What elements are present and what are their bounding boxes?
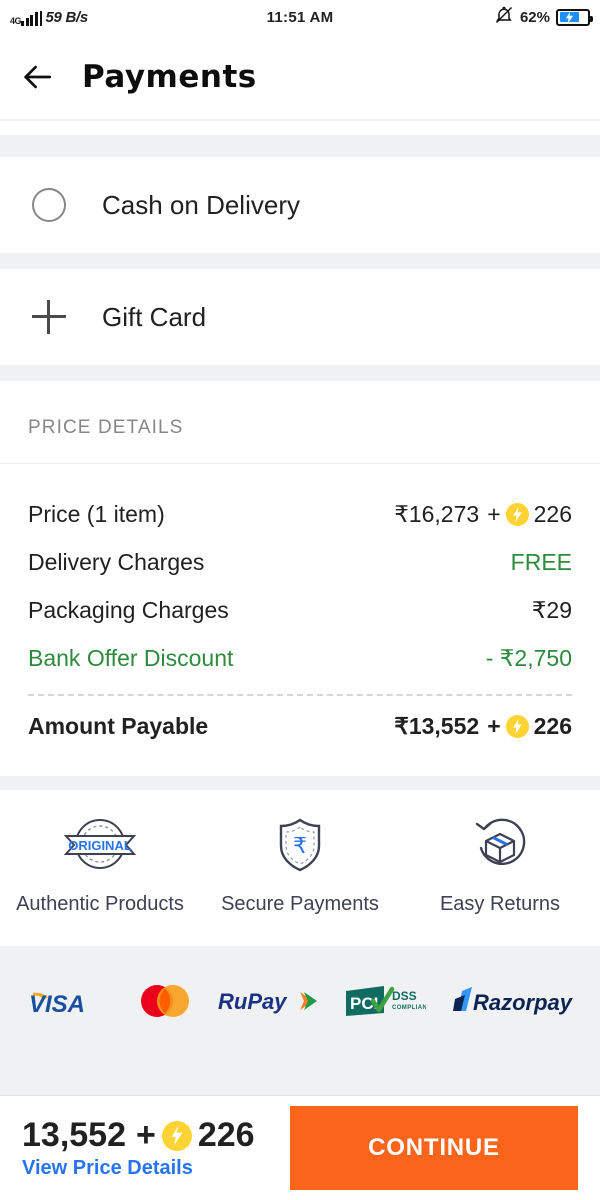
signal-bars-icon <box>21 11 38 26</box>
section-gap <box>0 365 600 381</box>
price-row-label: Price (1 item) <box>28 500 165 527</box>
price-details-list: Price (1 item) ₹16,273 + 226 Delivery Ch… <box>0 464 600 776</box>
radio-unselected-icon[interactable] <box>32 188 66 222</box>
status-bar-right: 62% <box>494 5 593 30</box>
cash-on-delivery-section: Cash on Delivery <box>0 157 600 253</box>
back-arrow-icon[interactable] <box>20 60 54 94</box>
plus-icon[interactable] <box>32 300 66 334</box>
price-row-amount-payable: Amount Payable ₹13,552 + 226 <box>28 702 572 750</box>
supercoin-icon <box>505 502 529 526</box>
original-seal-text: ORIGINAL <box>68 838 132 853</box>
gift-card-section: Gift Card <box>0 269 600 365</box>
bottom-action-bar: 13,552 + 226 View Price Details CONTINUE <box>0 1095 600 1200</box>
section-gap <box>0 946 600 956</box>
amount-payable-amount: ₹13,552 <box>394 712 480 739</box>
price-row-value: ₹29 <box>531 596 572 623</box>
svg-text:COMPLIANT: COMPLIANT <box>392 1005 426 1011</box>
section-gap <box>0 135 600 157</box>
price-row-price: Price (1 item) ₹16,273 + 226 <box>28 490 572 538</box>
razorpay-logo: Razorpay <box>449 985 575 1022</box>
svg-text:VISA: VISA <box>29 991 85 1018</box>
payment-option-label: Gift Card <box>102 301 207 332</box>
continue-button[interactable]: CONTINUE <box>290 1106 578 1190</box>
price-row-bank-offer-discount: Bank Offer Discount - ₹2,750 <box>28 634 572 682</box>
supercoin-icon <box>161 1120 192 1151</box>
pci-dss-logo: PCI DSS COMPLIANT <box>344 983 431 1024</box>
trust-badge-easy-returns: Easy Returns <box>400 814 600 916</box>
price-details-heading: PRICE DETAILS <box>28 417 184 438</box>
bottom-total-amount: 13,552 + 226 <box>22 1116 255 1155</box>
status-bar: 4G 59 B/s 11:51 AM 62% <box>0 0 600 34</box>
trust-badge-authentic-products: ORIGINAL Authentic Products <box>0 814 200 916</box>
trust-badges-section: ORIGINAL Authentic Products ₹ Secure Pay… <box>0 790 600 946</box>
price-row-coins: 226 <box>533 500 572 527</box>
price-details-divider <box>28 694 572 696</box>
payment-option-partial-content <box>0 121 600 135</box>
app-bar: Payments <box>0 34 600 119</box>
svg-text:DSS: DSS <box>392 989 417 1003</box>
price-row-value: FREE <box>510 548 572 575</box>
bell-muted-icon <box>494 5 514 30</box>
price-row-value: ₹16,273 + 226 <box>394 501 572 528</box>
price-row-label: Delivery Charges <box>28 548 205 575</box>
shield-rupee-icon: ₹ <box>269 814 331 881</box>
bottom-amount-plus: + <box>136 1116 156 1154</box>
payment-option-label: Cash on Delivery <box>102 189 300 220</box>
svg-text:₹: ₹ <box>293 834 307 859</box>
amount-payable-label: Amount Payable <box>28 712 209 739</box>
bottom-amount-value: 13,552 <box>22 1116 126 1154</box>
trust-badge-label: Easy Returns <box>439 893 561 915</box>
battery-percent-label: 62% <box>519 8 550 26</box>
price-row-packaging: Packaging Charges ₹29 <box>28 586 572 634</box>
view-price-details-link[interactable]: View Price Details <box>22 1157 255 1180</box>
network-speed-label: 59 B/s <box>45 8 89 26</box>
battery-charging-icon <box>556 8 593 26</box>
price-row-plus: + <box>487 500 501 527</box>
page-title: Payments <box>82 58 257 95</box>
payments-screen: 4G 59 B/s 11:51 AM 62% Payments Cash on … <box>0 0 600 1200</box>
network-type-label: 4G <box>10 15 22 26</box>
svg-text:Razorpay: Razorpay <box>473 990 574 1015</box>
price-row-label: Bank Offer Discount <box>28 644 234 671</box>
amount-payable-plus: + <box>487 712 501 739</box>
price-row-value: - ₹2,750 <box>485 644 572 671</box>
section-gap <box>0 253 600 269</box>
price-row-delivery: Delivery Charges FREE <box>28 538 572 586</box>
bottom-amount-block: 13,552 + 226 View Price Details <box>22 1116 255 1180</box>
svg-text:RuPay: RuPay <box>218 989 288 1014</box>
trust-badge-secure-payments: ₹ Secure Payments <box>200 814 400 916</box>
return-box-icon <box>469 814 531 881</box>
status-bar-left: 4G 59 B/s <box>10 9 88 26</box>
payment-logos-strip: VISA RuPay PCI DSS COMPLIANT <box>0 956 600 1051</box>
amount-payable-coins: 226 <box>533 712 572 739</box>
payment-option-partial-row[interactable] <box>0 121 600 135</box>
section-gap <box>0 776 600 790</box>
visa-logo: VISA <box>25 984 111 1023</box>
bottom-amount-coins: 226 <box>197 1116 255 1154</box>
rupay-logo: RuPay <box>218 985 322 1022</box>
price-row-amount: ₹16,273 <box>394 500 480 527</box>
payment-option-cash-on-delivery[interactable]: Cash on Delivery <box>0 157 600 253</box>
original-seal-icon: ORIGINAL <box>52 814 148 881</box>
signal-divider-icon <box>39 10 42 26</box>
price-row-label: Packaging Charges <box>28 596 229 623</box>
amount-payable-value: ₹13,552 + 226 <box>394 713 572 740</box>
payment-option-gift-card[interactable]: Gift Card <box>0 269 600 365</box>
mastercard-logo <box>134 982 196 1025</box>
price-details-section: PRICE DETAILS Price (1 item) ₹16,273 + 2… <box>0 381 600 776</box>
trust-badge-label: Secure Payments <box>221 893 379 915</box>
supercoin-icon <box>505 714 529 738</box>
trust-badge-label: Authentic Products <box>16 893 184 915</box>
